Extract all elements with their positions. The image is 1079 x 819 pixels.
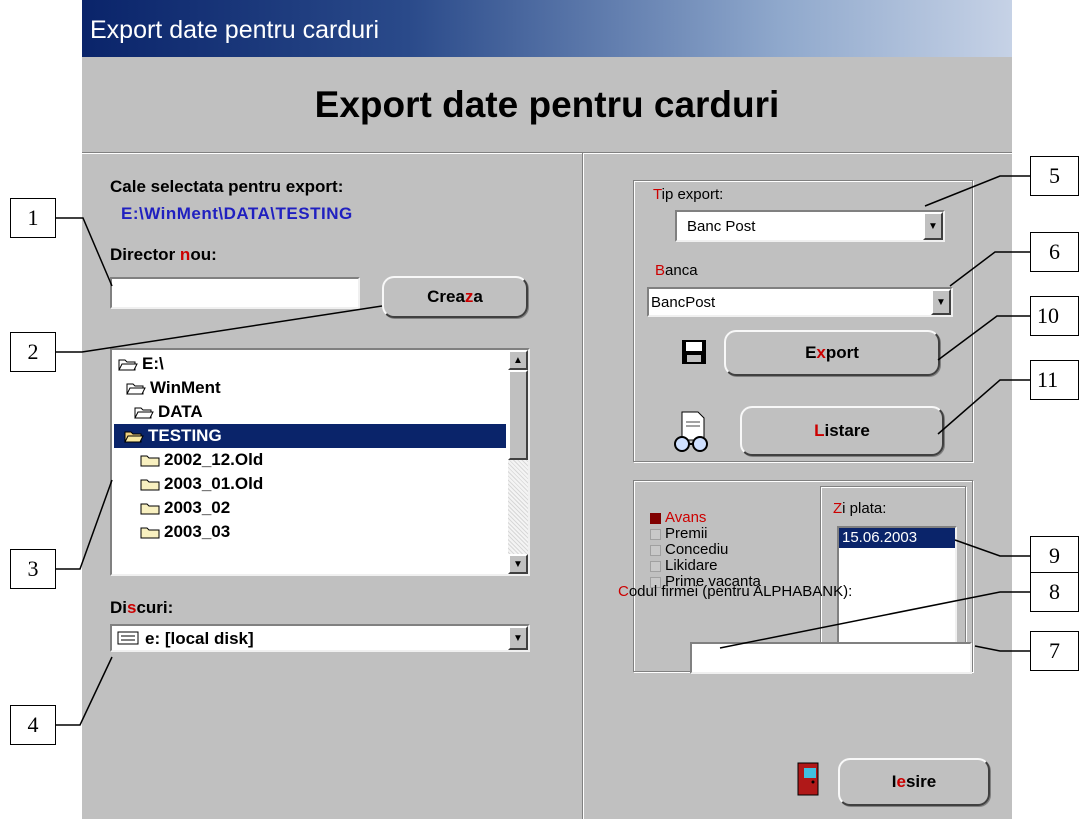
callout-2: 2 <box>10 332 56 372</box>
callout-8: 8 <box>1030 572 1079 612</box>
callout-7: 7 <box>1030 631 1079 671</box>
callout-9: 9 <box>1030 536 1079 576</box>
callout-6: 6 <box>1030 232 1079 272</box>
callout-10: 10 <box>1030 296 1079 336</box>
callout-11: 11 <box>1030 360 1079 400</box>
callout-1: 1 <box>10 198 56 238</box>
callout-4: 4 <box>10 705 56 745</box>
callout-3: 3 <box>10 549 56 589</box>
callout-lines <box>56 175 1030 726</box>
callout-5: 5 <box>1030 156 1079 196</box>
